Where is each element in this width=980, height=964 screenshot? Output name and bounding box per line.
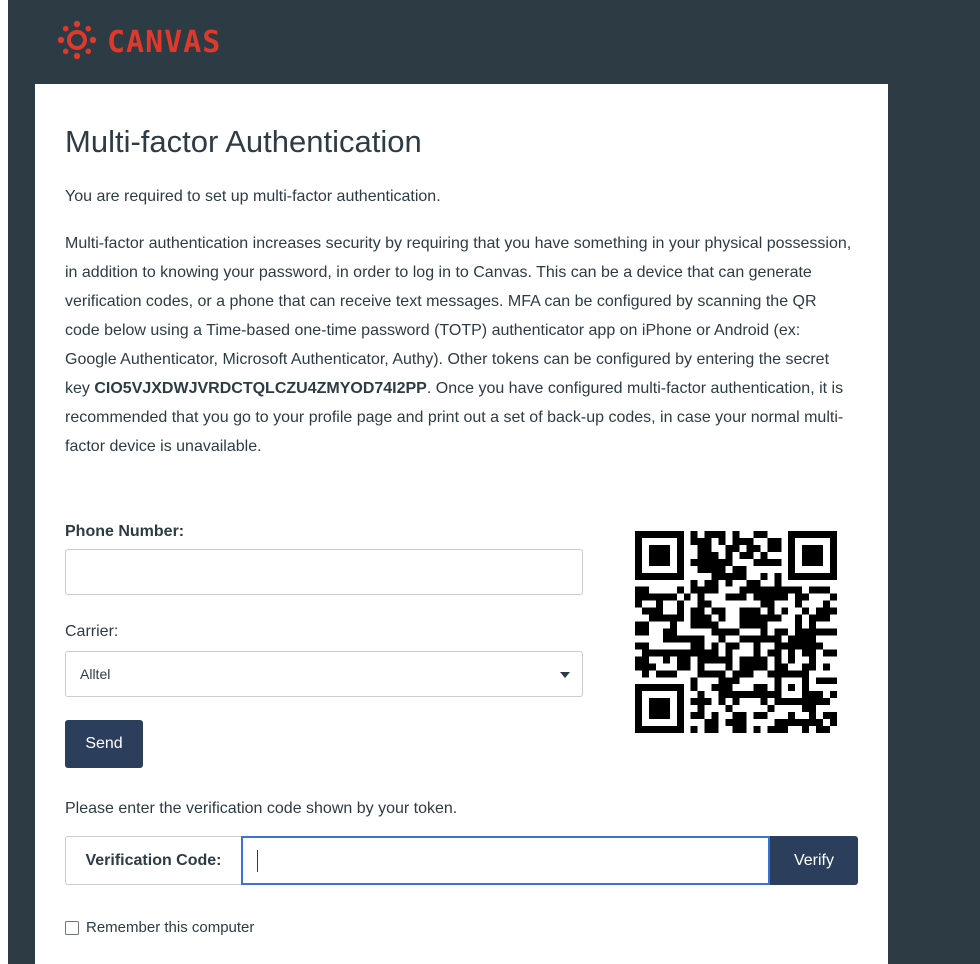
phone-label: Phone Number: [65, 523, 185, 540]
intro-text: You are required to set up multi-factor … [65, 188, 441, 205]
canvas-logo-icon [57, 20, 97, 65]
carrier-label: Carrier: [65, 623, 119, 640]
secret-key: CIO5VJXDWJVRDCTQLCZU4ZMYOD74I2PP [94, 380, 427, 397]
phone-input[interactable] [65, 549, 583, 595]
verification-code-input[interactable] [241, 836, 770, 885]
verification-code-label: Verification Code: [65, 836, 241, 885]
canvas-logo[interactable]: CANVAS [57, 20, 222, 65]
remember-label: Remember this computer [86, 919, 255, 936]
left-edge [0, 0, 8, 964]
text-cursor [257, 849, 258, 872]
page-title: Multi-factor Authentication [65, 124, 422, 159]
carrier-select[interactable]: Alltel [65, 651, 583, 697]
logo-text: CANVAS [107, 24, 222, 60]
chevron-down-icon [560, 672, 570, 678]
qr-code-icon [635, 531, 837, 733]
remember-computer[interactable]: Remember this computer [65, 919, 254, 936]
send-button[interactable]: Send [65, 720, 143, 768]
mfa-panel: Multi-factor Authentication You are requ… [35, 84, 888, 964]
carrier-selected-value: Alltel [80, 666, 111, 682]
verification-prompt: Please enter the verification code shown… [65, 800, 458, 817]
header-bar: CANVAS [35, 8, 888, 84]
description-part-1: Multi-factor authentication increases se… [65, 235, 852, 397]
checkbox-icon[interactable] [65, 920, 79, 935]
description-text: Multi-factor authentication increases se… [65, 229, 855, 461]
verification-group: Verification Code: Verify [65, 836, 858, 885]
verify-button[interactable]: Verify [770, 836, 858, 885]
